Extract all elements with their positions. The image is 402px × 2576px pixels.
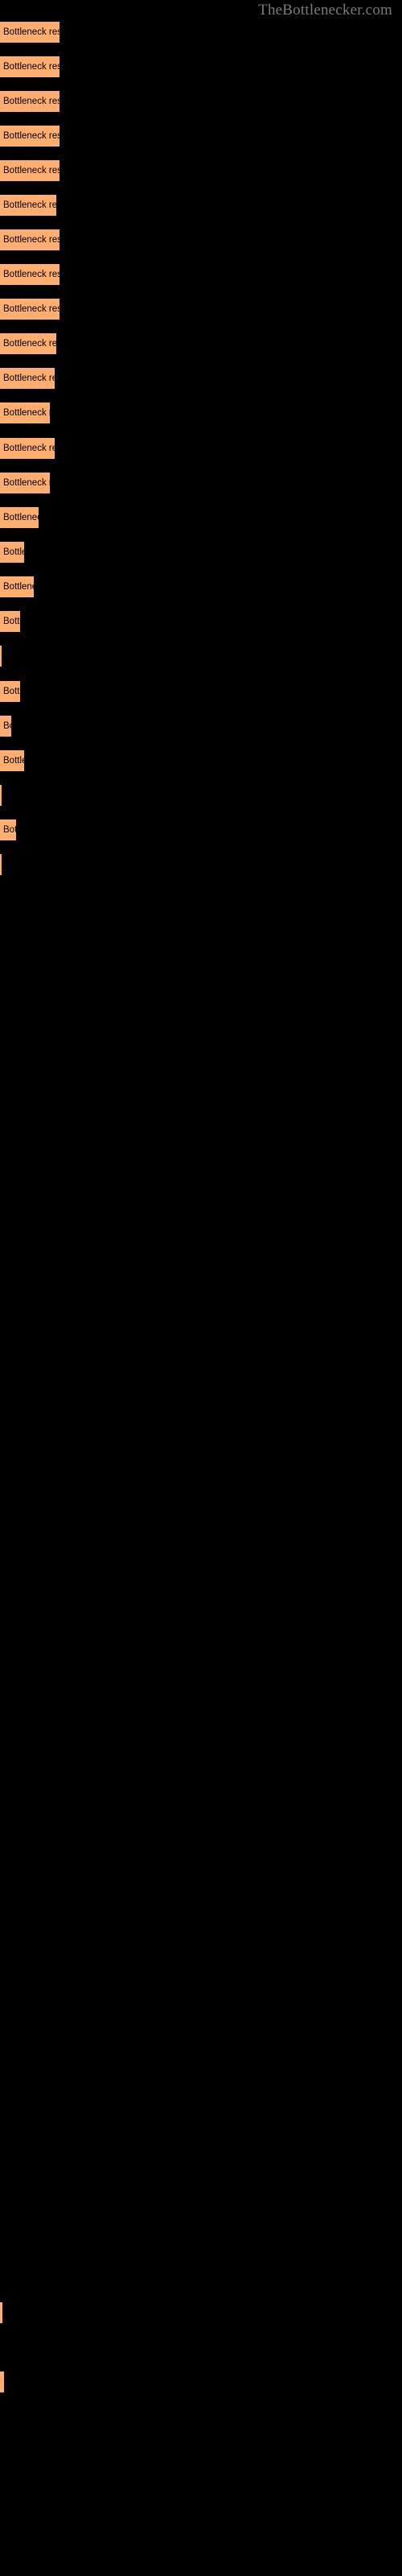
chart-bar-label: Bottleneck result xyxy=(3,97,59,106)
chart-bar-label: Bottleneck result xyxy=(3,582,34,592)
chart-bar: Bottleneck result xyxy=(0,646,2,667)
chart-bar-label: Bottleneck result xyxy=(3,547,24,557)
chart-bar: Bottleneck result xyxy=(0,542,24,563)
chart-bar: Bottleneck result xyxy=(0,299,59,320)
chart-bar-label: Bottleneck result xyxy=(3,235,59,245)
chart-bar-label: Bottleneck result xyxy=(3,478,50,488)
chart-bar: Bottleneck result xyxy=(0,854,2,875)
chart-bar-label: Bottleneck result xyxy=(3,756,24,766)
chart-bar: Bottleneck result xyxy=(0,750,24,771)
chart-bar: Bottleneck result xyxy=(0,368,55,389)
chart-bar: Bottleneck result xyxy=(0,473,50,493)
chart-bar: Bottleneck result xyxy=(0,716,11,737)
chart-bar: Bottleneck result xyxy=(0,576,34,597)
chart-bar-label: Bottleneck result xyxy=(3,513,39,522)
chart-bar-label: Bottleneck result xyxy=(3,444,55,453)
bar-chart: Bottleneck result Bottleneck result Bottle… xyxy=(0,0,402,2576)
chart-bar-label: Bottleneck result xyxy=(3,166,59,175)
chart-bar: Bottleneck result xyxy=(0,195,56,216)
chart-bar-label: Bottleneck result xyxy=(3,339,56,349)
chart-bar: Bottleneck result xyxy=(0,819,16,840)
chart-bar: Bottleneck result xyxy=(0,126,59,147)
chart-bar: Bottleneck result xyxy=(0,264,59,285)
chart-bar: Bottleneck result xyxy=(0,402,50,423)
chart-bar: Bottleneck result xyxy=(0,681,20,702)
chart-bar: Bottleneck result xyxy=(0,785,2,806)
chart-bar-label: Bottleneck result xyxy=(3,304,59,314)
chart-bar: Bottleneck result xyxy=(0,229,59,250)
chart-bar xyxy=(0,2372,4,2392)
chart-bar-label: Bottleneck result xyxy=(3,270,59,279)
chart-bar xyxy=(0,2302,2,2323)
chart-bar: Bottleneck result xyxy=(0,611,20,632)
chart-bar: Bottleneck result xyxy=(0,22,59,43)
chart-bar-label: Bottleneck result xyxy=(3,408,50,418)
chart-bar-label: Bottleneck result xyxy=(3,825,16,835)
chart-bar-label: Bottleneck result xyxy=(3,687,20,696)
chart-bar: Bottleneck result xyxy=(0,438,55,459)
chart-bar-label: Bottleneck result xyxy=(3,200,56,210)
chart-bar-label: Bottleneck result xyxy=(3,617,20,626)
chart-bar-label: Bottleneck result xyxy=(3,62,59,72)
chart-bar: Bottleneck result xyxy=(0,333,56,354)
chart-bar: Bottleneck result xyxy=(0,160,59,181)
chart-bar: Bottleneck result xyxy=(0,507,39,528)
chart-bar: Bottleneck result xyxy=(0,56,59,77)
chart-bar-label: Bottleneck result xyxy=(3,131,59,141)
chart-bar-label: Bottleneck result xyxy=(3,721,11,731)
chart-bar: Bottleneck result xyxy=(0,91,59,112)
chart-bar-label: Bottleneck result xyxy=(3,374,55,383)
chart-bar-label: Bottleneck result xyxy=(3,27,59,37)
